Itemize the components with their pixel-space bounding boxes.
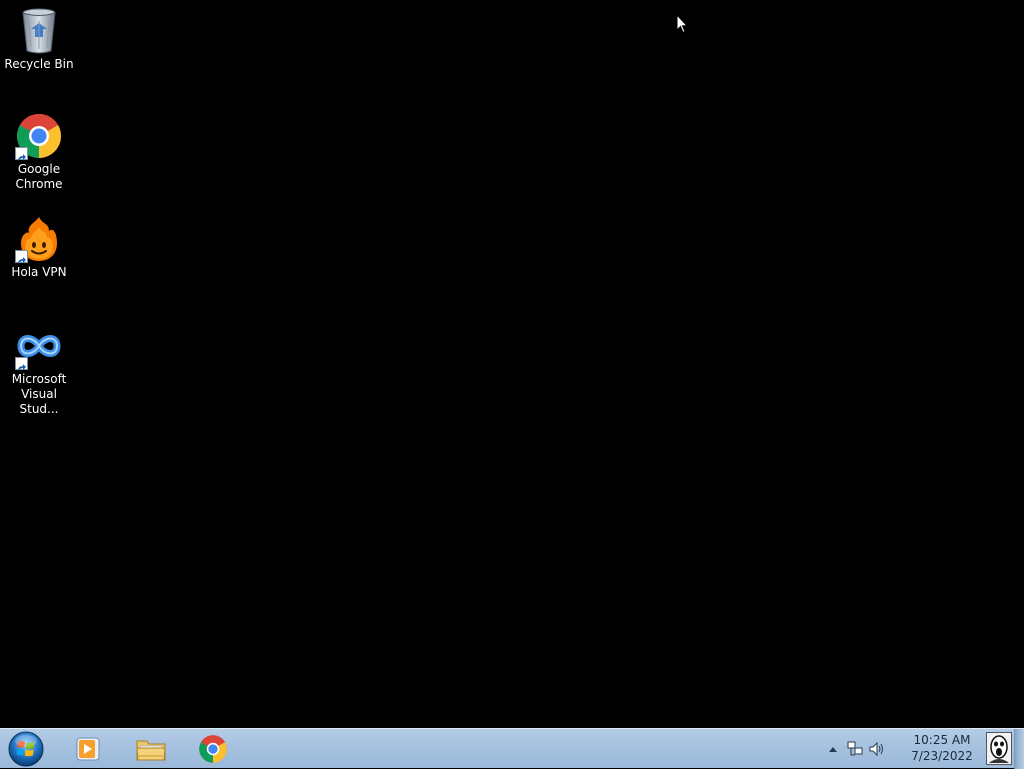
desktop-icon-visual-studio[interactable]: Microsoft Visual Stud... xyxy=(1,322,77,417)
desktop[interactable]: Recycle Bin Google Chrome Hola VPN Micro… xyxy=(0,0,1024,728)
mouse-cursor-icon xyxy=(676,13,689,34)
visual-studio-icon xyxy=(15,322,63,371)
taskbar-clock[interactable]: 10:25 AM 7/23/2022 xyxy=(902,732,982,764)
desktop-icon-google-chrome[interactable]: Google Chrome xyxy=(1,112,77,192)
desktop-icon-label: Recycle Bin xyxy=(4,57,74,71)
taskbar-media-player-button[interactable] xyxy=(60,731,116,767)
desktop-icon-label: Hola VPN xyxy=(11,265,67,279)
hola-vpn-icon xyxy=(15,215,63,264)
show-hidden-icons-button[interactable] xyxy=(824,740,842,758)
taskbar-explorer-button[interactable] xyxy=(123,731,179,767)
shortcut-arrow-icon xyxy=(15,147,28,161)
taskbar-chrome-button[interactable] xyxy=(185,731,241,767)
chevron-up-icon xyxy=(829,747,837,752)
desktop-icon-label: Microsoft Visual Stud... xyxy=(11,372,67,416)
user-tile-icon[interactable] xyxy=(986,732,1012,765)
volume-tray-button[interactable] xyxy=(868,740,886,758)
network-tray-button[interactable] xyxy=(846,740,864,758)
clock-time: 10:25 AM xyxy=(913,733,971,747)
media-player-icon xyxy=(76,737,100,761)
start-button[interactable] xyxy=(5,730,47,768)
network-icon xyxy=(847,741,863,756)
chrome-icon xyxy=(199,735,227,763)
desktop-icon-label: Google Chrome xyxy=(15,162,63,191)
chrome-icon xyxy=(15,112,63,161)
desktop-icon-recycle-bin[interactable]: Recycle Bin xyxy=(1,7,77,72)
speaker-icon xyxy=(869,741,883,757)
shortcut-arrow-icon xyxy=(15,250,28,264)
show-desktop-button[interactable] xyxy=(1014,729,1024,769)
shortcut-arrow-icon xyxy=(15,357,28,371)
taskbar: 10:25 AM 7/23/2022 xyxy=(0,728,1024,769)
windows-start-orb-icon xyxy=(8,731,44,767)
desktop-icon-hola-vpn[interactable]: Hola VPN xyxy=(1,215,77,280)
folder-icon xyxy=(136,740,166,761)
recycle-bin-icon xyxy=(15,7,63,55)
system-tray: 10:25 AM 7/23/2022 xyxy=(824,729,1024,769)
clock-date: 7/23/2022 xyxy=(911,749,973,763)
